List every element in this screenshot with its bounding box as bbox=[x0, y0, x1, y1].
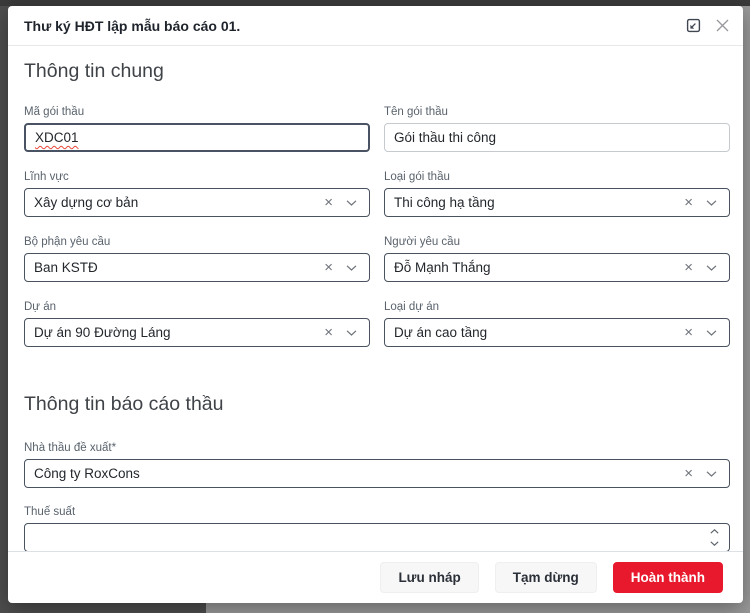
field-label: Nhà thầu đề xuất* bbox=[24, 441, 730, 455]
pause-button[interactable]: Tạm dừng bbox=[495, 562, 597, 593]
proposed-contractor-select[interactable]: Công ty RoxCons × bbox=[24, 459, 730, 488]
requesting-dept-select[interactable]: Ban KSTĐ × bbox=[24, 253, 370, 282]
package-code-input[interactable]: XDC01 bbox=[24, 123, 370, 152]
select-value: Dự án 90 Đường Láng bbox=[25, 319, 324, 346]
modal-title: Thư ký HĐT lập mẫu báo cáo 01. bbox=[24, 18, 686, 34]
field-label: Lĩnh vực bbox=[24, 170, 370, 184]
select-icons: × bbox=[324, 195, 369, 210]
chevron-down-icon[interactable] bbox=[710, 541, 719, 546]
modal-header-actions bbox=[686, 18, 729, 33]
select-icons: × bbox=[684, 466, 729, 481]
chevron-down-icon[interactable] bbox=[346, 265, 357, 271]
chevron-down-icon[interactable] bbox=[706, 200, 717, 206]
chevron-down-icon[interactable] bbox=[706, 471, 717, 477]
modal-body: Thông tin chung Mã gói thầu XDC01 Tên gó… bbox=[8, 46, 743, 551]
expand-window-icon[interactable] bbox=[686, 18, 701, 33]
select-icons: × bbox=[684, 325, 729, 340]
field-requesting-dept: Bộ phận yêu cầu Ban KSTĐ × bbox=[24, 235, 370, 282]
select-value: Thi công hạ tầng bbox=[385, 189, 684, 216]
field-label: Người yêu cầu bbox=[384, 235, 730, 249]
field-requester: Người yêu cầu Đỗ Mạnh Thắng × bbox=[384, 235, 730, 282]
field-package-type: Loại gói thầu Thi công hạ tầng × bbox=[384, 170, 730, 217]
field-label: Tên gói thầu bbox=[384, 105, 730, 119]
tax-rate-number-input[interactable] bbox=[24, 523, 730, 551]
field-package-name: Tên gói thầu Gói thầu thi công bbox=[384, 105, 730, 152]
select-icons: × bbox=[324, 325, 369, 340]
select-icons: × bbox=[684, 195, 729, 210]
field-project: Dự án Dự án 90 Đường Láng × bbox=[24, 300, 370, 347]
input-value: XDC01 bbox=[26, 124, 368, 151]
select-value: Đỗ Mạnh Thắng bbox=[385, 254, 684, 281]
select-value: Ban KSTĐ bbox=[25, 254, 324, 281]
field-label: Mã gói thầu bbox=[24, 105, 370, 119]
section-heading-bid-report-info: Thông tin báo cáo thầu bbox=[24, 393, 730, 416]
chevron-down-icon[interactable] bbox=[346, 200, 357, 206]
sector-select[interactable]: Xây dựng cơ bản × bbox=[24, 188, 370, 217]
field-sector: Lĩnh vực Xây dựng cơ bản × bbox=[24, 170, 370, 217]
close-icon[interactable] bbox=[716, 19, 729, 32]
input-text: XDC01 bbox=[35, 130, 79, 145]
field-proposed-contractor: Nhà thầu đề xuất* Công ty RoxCons × bbox=[24, 441, 730, 488]
clear-icon[interactable]: × bbox=[684, 466, 693, 481]
clear-icon[interactable]: × bbox=[324, 260, 333, 275]
input-value: Gói thầu thi công bbox=[385, 124, 729, 151]
clear-icon[interactable]: × bbox=[324, 325, 333, 340]
clear-icon[interactable]: × bbox=[684, 260, 693, 275]
general-info-grid: Mã gói thầu XDC01 Tên gói thầu Gói thầu … bbox=[24, 105, 730, 347]
field-tax-rate: Thuế suất bbox=[24, 505, 730, 551]
project-select[interactable]: Dự án 90 Đường Láng × bbox=[24, 318, 370, 347]
select-value: Xây dựng cơ bản bbox=[25, 189, 324, 216]
field-label: Dự án bbox=[24, 300, 370, 314]
select-icons: × bbox=[324, 260, 369, 275]
clear-icon[interactable]: × bbox=[684, 195, 693, 210]
select-icons: × bbox=[684, 260, 729, 275]
requester-select[interactable]: Đỗ Mạnh Thắng × bbox=[384, 253, 730, 282]
field-package-code: Mã gói thầu XDC01 bbox=[24, 105, 370, 152]
number-spinner bbox=[707, 524, 729, 551]
modal-header: Thư ký HĐT lập mẫu báo cáo 01. bbox=[8, 6, 743, 46]
select-value: Dự án cao tầng bbox=[385, 319, 684, 346]
chevron-up-icon[interactable] bbox=[710, 529, 719, 534]
complete-button[interactable]: Hoàn thành bbox=[613, 562, 723, 593]
field-label: Loại dự án bbox=[384, 300, 730, 314]
report-template-modal: Thư ký HĐT lập mẫu báo cáo 01. Thông tin… bbox=[8, 6, 743, 603]
select-value: Công ty RoxCons bbox=[25, 460, 684, 487]
field-label: Bộ phận yêu cầu bbox=[24, 235, 370, 249]
clear-icon[interactable]: × bbox=[324, 195, 333, 210]
clear-icon[interactable]: × bbox=[684, 325, 693, 340]
save-draft-button[interactable]: Lưu nháp bbox=[380, 562, 478, 593]
chevron-down-icon[interactable] bbox=[346, 330, 357, 336]
chevron-down-icon[interactable] bbox=[706, 330, 717, 336]
package-type-select[interactable]: Thi công hạ tầng × bbox=[384, 188, 730, 217]
chevron-down-icon[interactable] bbox=[706, 265, 717, 271]
field-label: Loại gói thầu bbox=[384, 170, 730, 184]
modal-footer: Lưu nháp Tạm dừng Hoàn thành bbox=[8, 551, 743, 603]
field-label: Thuế suất bbox=[24, 505, 730, 519]
field-project-type: Loại dự án Dự án cao tầng × bbox=[384, 300, 730, 347]
project-type-select[interactable]: Dự án cao tầng × bbox=[384, 318, 730, 347]
package-name-input[interactable]: Gói thầu thi công bbox=[384, 123, 730, 152]
section-heading-general-info: Thông tin chung bbox=[24, 60, 730, 83]
